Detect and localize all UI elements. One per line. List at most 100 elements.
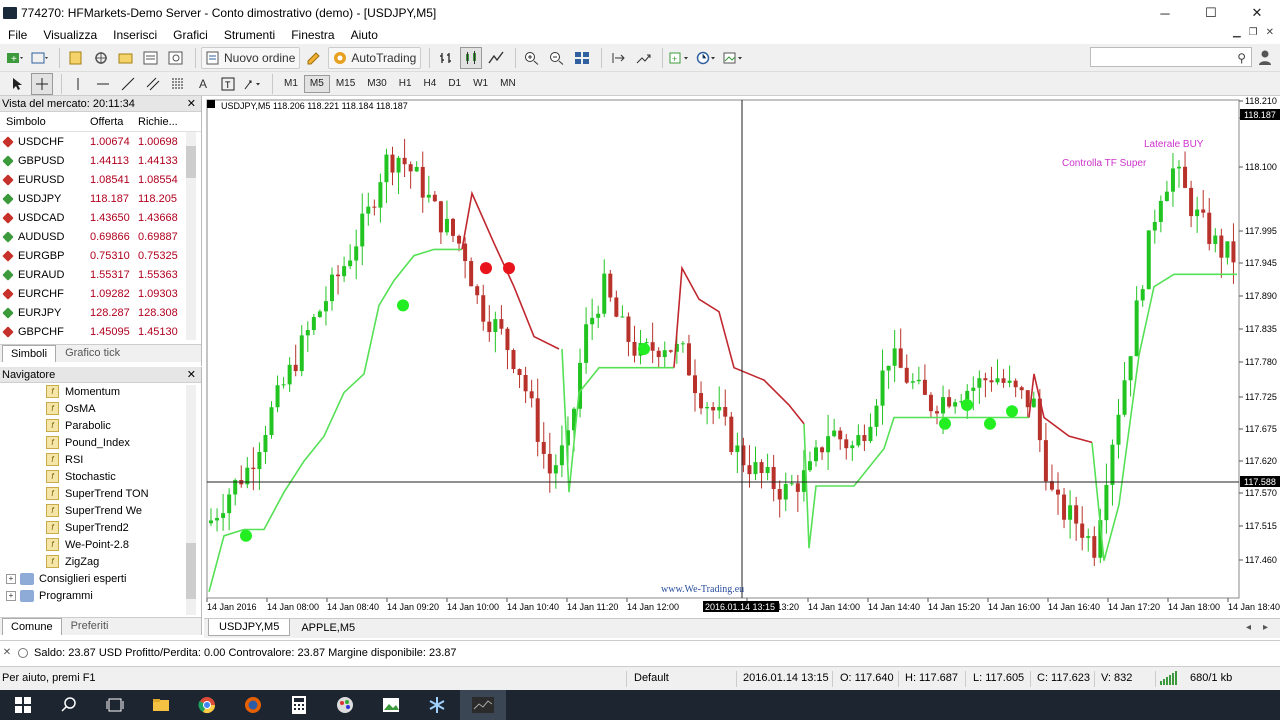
tester-button[interactable]: [165, 47, 187, 69]
chrome-icon[interactable]: [184, 690, 230, 720]
menu-view[interactable]: Visualizza: [35, 28, 105, 42]
mdi-minimize-icon[interactable]: ▁: [1233, 27, 1241, 38]
menu-window[interactable]: Finestra: [283, 28, 342, 42]
navigator-indicator-item[interactable]: f OsMA: [0, 400, 201, 417]
arrows-icon[interactable]: [242, 73, 264, 95]
market-watch-button[interactable]: [65, 47, 87, 69]
market-watch-row[interactable]: GBPCHF 1.45095 1.45130: [0, 322, 201, 341]
firefox-icon[interactable]: [230, 690, 276, 720]
cursor-icon[interactable]: [6, 73, 28, 95]
menu-insert[interactable]: Inserisci: [105, 28, 165, 42]
zoom-in-icon[interactable]: [521, 47, 543, 69]
tab-favorites[interactable]: Preferiti: [62, 617, 118, 635]
market-watch-row[interactable]: EURCHF 1.09282 1.09303: [0, 284, 201, 303]
snowflake-app-icon[interactable]: [414, 690, 460, 720]
market-watch-scrollbar[interactable]: [186, 132, 196, 340]
autoscroll-icon[interactable]: [632, 47, 654, 69]
minimize-button[interactable]: ─: [1142, 0, 1188, 26]
navigator-scrollbar[interactable]: [186, 385, 196, 615]
tf-h4[interactable]: H4: [418, 75, 443, 93]
crosshair-icon[interactable]: [31, 72, 53, 95]
navigator-folder-item[interactable]: + Consiglieri esperti: [0, 570, 201, 587]
menu-file[interactable]: File: [0, 28, 35, 42]
navigator-folder-item[interactable]: + Programmi: [0, 587, 201, 604]
tf-h1[interactable]: H1: [393, 75, 418, 93]
tab-left-icon[interactable]: ◂: [1246, 622, 1251, 633]
market-watch-row[interactable]: AUDUSD 0.69866 0.69887: [0, 227, 201, 246]
calculator-icon[interactable]: [276, 690, 322, 720]
candlestick-icon[interactable]: [460, 46, 483, 69]
metatrader-taskbar-icon[interactable]: [460, 690, 506, 720]
navigator-indicator-item[interactable]: f Momentum: [0, 383, 201, 400]
profiles-button[interactable]: [29, 47, 51, 69]
bar-chart-icon[interactable]: [435, 47, 457, 69]
market-watch-row[interactable]: EURGBP 0.75310 0.75325: [0, 246, 201, 265]
market-watch-row[interactable]: EURUSD 1.08541 1.08554: [0, 170, 201, 189]
data-window-button[interactable]: [90, 47, 112, 69]
market-watch-row[interactable]: USDCAD 1.43650 1.43668: [0, 208, 201, 227]
vertical-line-icon[interactable]: [67, 73, 89, 95]
search-icon[interactable]: ⚲: [1237, 51, 1246, 65]
navigator-button[interactable]: [115, 47, 137, 69]
col-symbol[interactable]: Simbolo: [0, 116, 86, 128]
search-input[interactable]: [1090, 47, 1252, 67]
text-icon[interactable]: A: [192, 73, 214, 95]
menu-help[interactable]: Aiuto: [343, 28, 386, 42]
market-watch-close-icon[interactable]: ✕: [187, 97, 196, 110]
mdi-restore-icon[interactable]: ❐: [1249, 27, 1258, 38]
photos-icon[interactable]: [368, 690, 414, 720]
tile-windows-icon[interactable]: [571, 47, 593, 69]
channel-icon[interactable]: [142, 73, 164, 95]
meta-editor-button[interactable]: [303, 47, 325, 69]
menu-charts[interactable]: Grafici: [165, 28, 216, 42]
navigator-indicator-item[interactable]: f ZigZag: [0, 553, 201, 570]
navigator-indicator-item[interactable]: f Parabolic: [0, 417, 201, 434]
status-profile[interactable]: Default: [634, 672, 669, 684]
expand-icon[interactable]: +: [6, 590, 16, 601]
fibonacci-icon[interactable]: [167, 73, 189, 95]
maximize-button[interactable]: ☐: [1188, 0, 1234, 26]
templates-icon[interactable]: [722, 47, 746, 69]
indicators-icon[interactable]: +: [668, 47, 692, 69]
horizontal-line-icon[interactable]: [92, 73, 114, 95]
expand-icon[interactable]: +: [6, 573, 16, 584]
navigator-indicator-item[interactable]: f Pound_Index: [0, 434, 201, 451]
search-taskbar-icon[interactable]: [46, 690, 92, 720]
navigator-close-icon[interactable]: ✕: [187, 368, 196, 381]
navigator-indicator-item[interactable]: f We-Point-2.8: [0, 536, 201, 553]
text-label-icon[interactable]: T: [217, 73, 239, 95]
autotrading-button[interactable]: AutoTrading: [328, 46, 422, 69]
close-button[interactable]: ✕: [1234, 0, 1280, 26]
tf-w1[interactable]: W1: [467, 75, 494, 93]
tf-m5[interactable]: M5: [303, 74, 330, 93]
new-chart-button[interactable]: +: [4, 47, 26, 69]
tab-common[interactable]: Comune: [2, 618, 62, 635]
market-watch-row[interactable]: USDCHF 1.00674 1.00698: [0, 132, 201, 151]
periodicity-icon[interactable]: [695, 47, 719, 69]
file-explorer-icon[interactable]: [138, 690, 184, 720]
tab-right-icon[interactable]: ▸: [1263, 622, 1268, 633]
windows-start-icon[interactable]: [0, 690, 46, 720]
tf-m30[interactable]: M30: [361, 75, 392, 93]
menu-tools[interactable]: Strumenti: [216, 28, 283, 42]
trendline-icon[interactable]: [117, 73, 139, 95]
navigator-indicator-item[interactable]: f RSI: [0, 451, 201, 468]
col-bid[interactable]: Offerta: [86, 116, 136, 128]
chart-tab-apple[interactable]: APPLE,M5: [290, 619, 366, 637]
tf-m15[interactable]: M15: [330, 75, 361, 93]
tab-symbols[interactable]: Simboli: [2, 345, 57, 362]
tf-mn[interactable]: MN: [494, 75, 522, 93]
tf-m1[interactable]: M1: [278, 75, 304, 93]
line-chart-icon[interactable]: [485, 47, 507, 69]
chart-tab-usdjpy[interactable]: USDJPY,M5: [208, 619, 291, 636]
tab-tick-chart[interactable]: Grafico tick: [56, 344, 129, 362]
market-watch-row[interactable]: EURAUD 1.55317 1.55363: [0, 265, 201, 284]
market-watch-row[interactable]: GBPUSD 1.44113 1.44133: [0, 151, 201, 170]
navigator-indicator-item[interactable]: f SuperTrend We: [0, 502, 201, 519]
col-ask[interactable]: Richie...: [136, 116, 186, 128]
chart-window[interactable]: 118.210 118.100 117.995 117.945 117.890 117.8…: [204, 96, 1280, 636]
terminal-close-icon[interactable]: ✕: [0, 647, 14, 658]
account-icon[interactable]: [1258, 49, 1272, 65]
zoom-out-icon[interactable]: [546, 47, 568, 69]
new-order-button[interactable]: Nuovo ordine: [201, 46, 301, 69]
